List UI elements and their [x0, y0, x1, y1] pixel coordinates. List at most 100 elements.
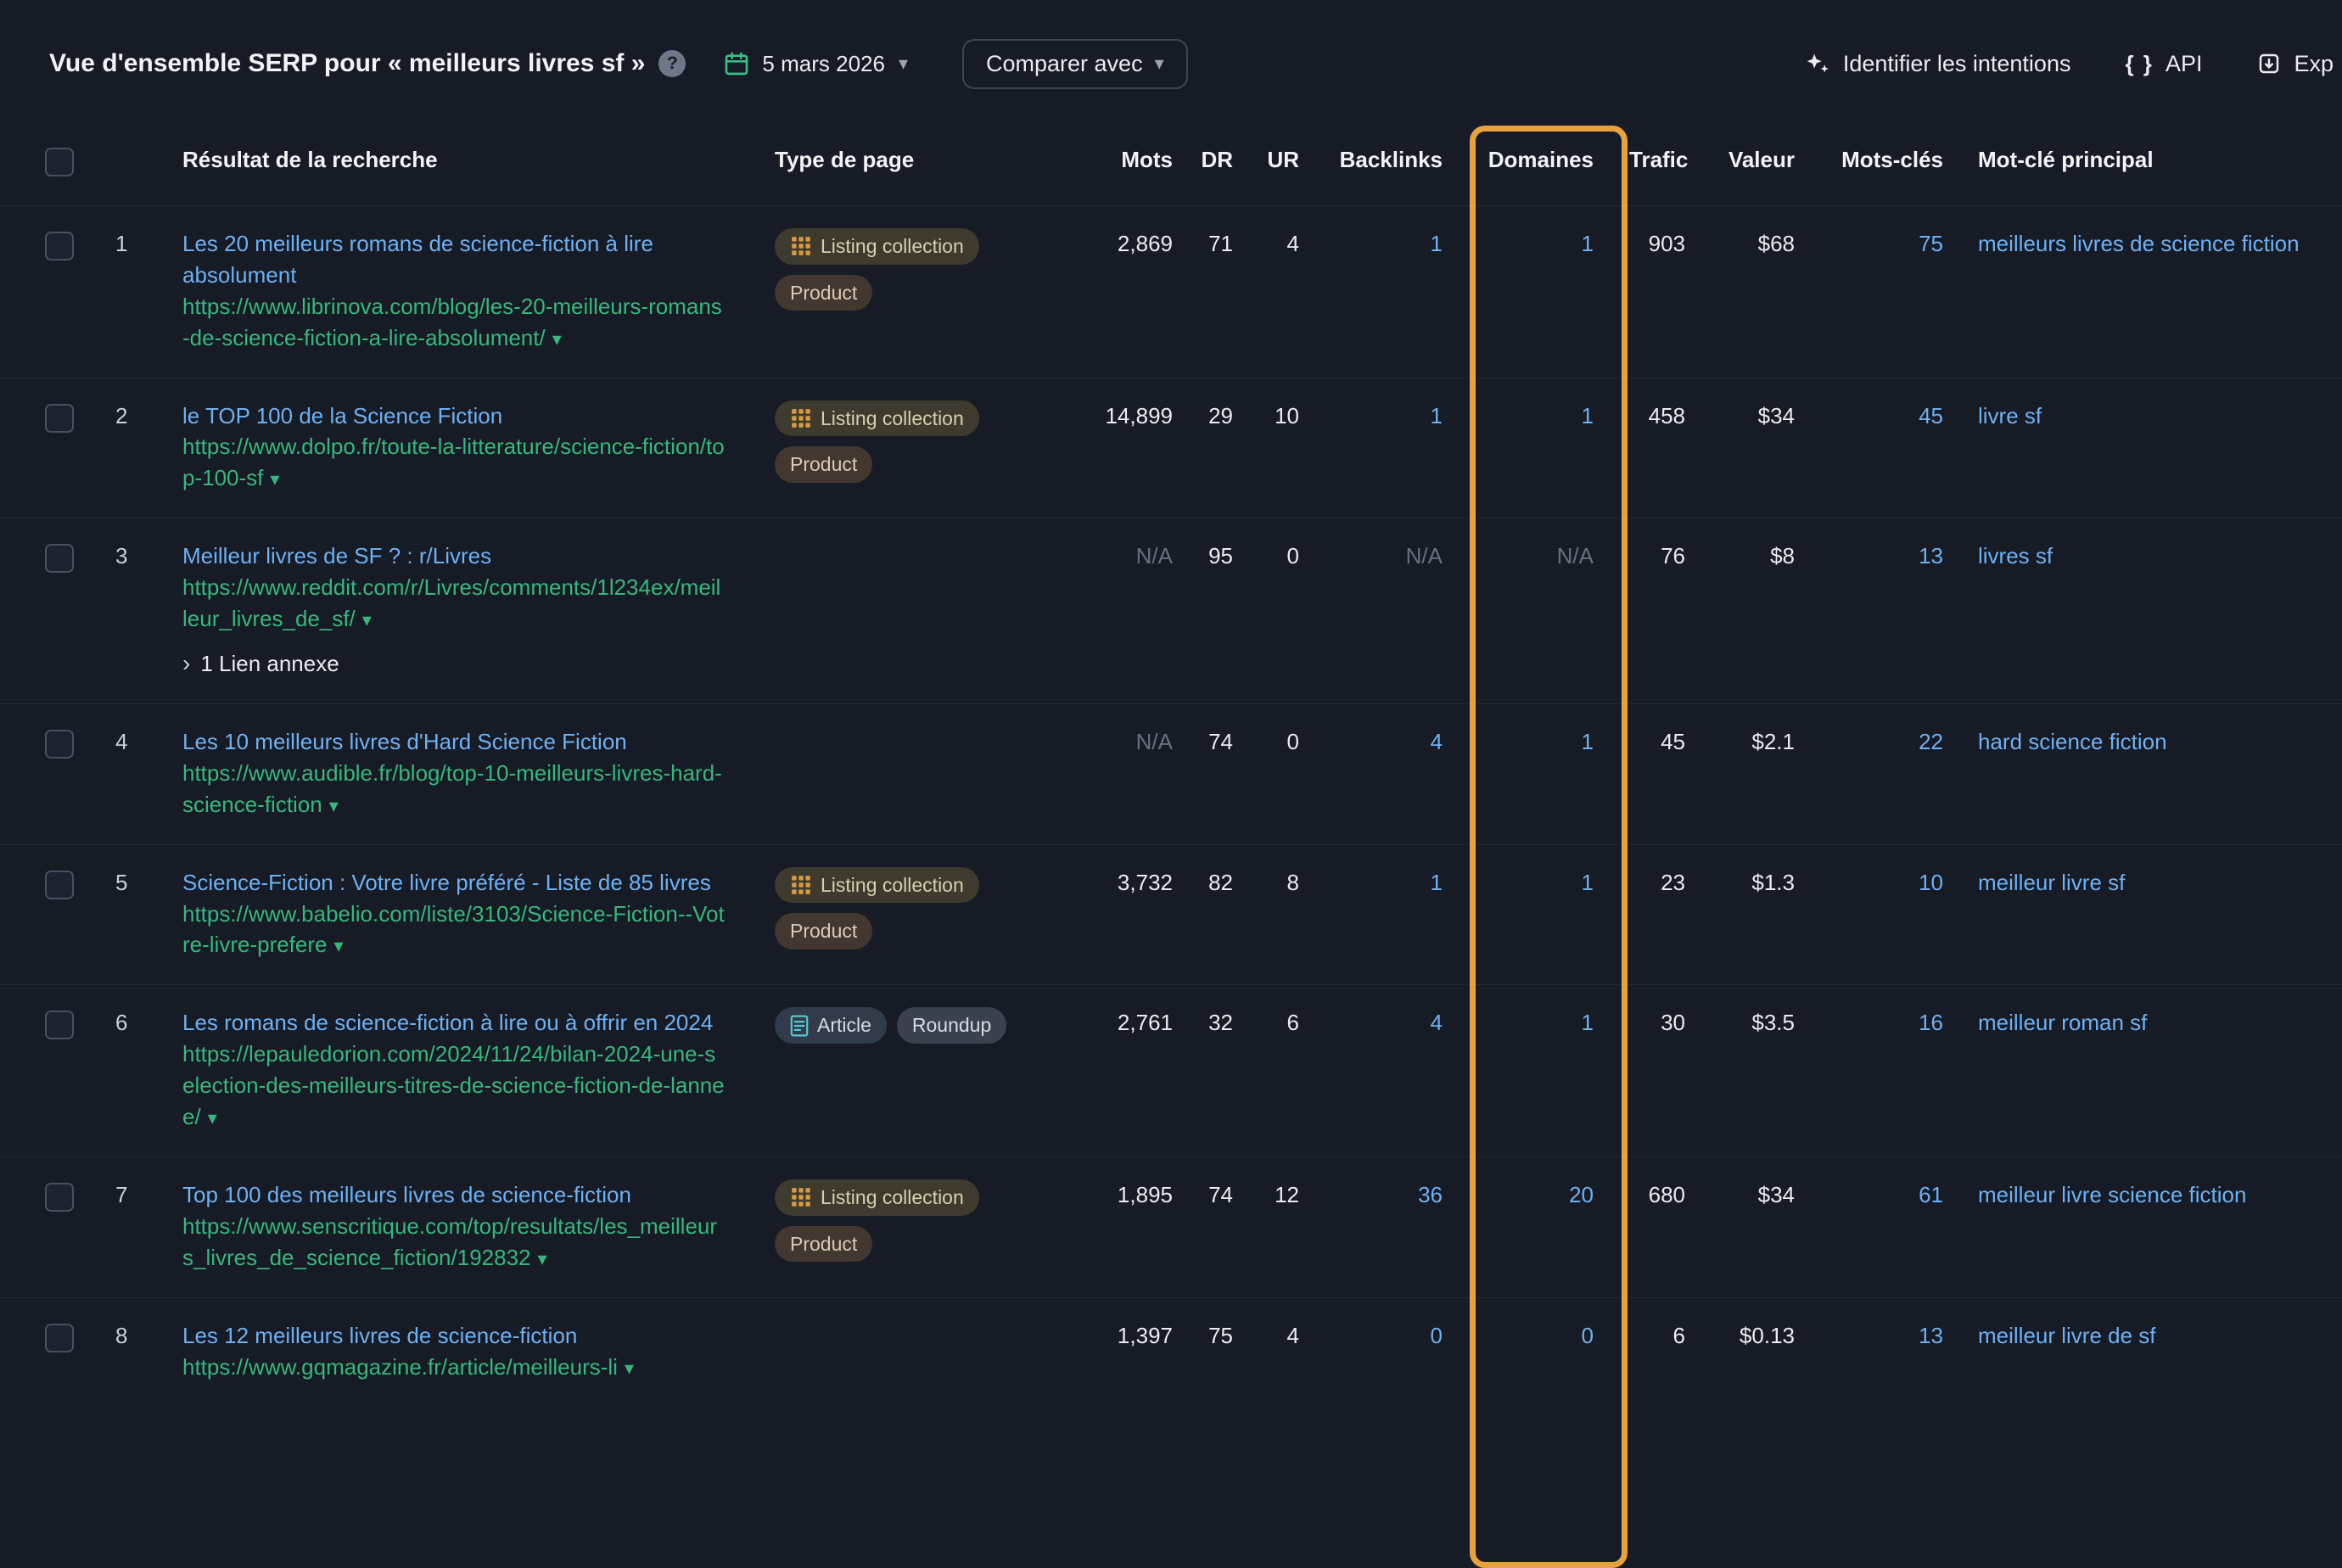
main-keyword-link[interactable]: meilleur livre de sf [1978, 1323, 2156, 1348]
select-all-checkbox[interactable] [45, 148, 74, 176]
annex-links-toggle[interactable]: › 1 Lien annexe [182, 648, 726, 680]
url-dropdown-icon[interactable]: ▾ [329, 795, 339, 816]
result-title-link[interactable]: Les 10 meilleurs livres d'Hard Science F… [182, 729, 627, 754]
help-icon[interactable]: ? [658, 50, 686, 77]
url-dropdown-icon[interactable]: ▾ [208, 1107, 217, 1128]
main-keyword-link[interactable]: meilleurs livres de science fiction [1978, 231, 2300, 256]
row-checkbox[interactable] [45, 544, 74, 573]
result-url-link[interactable]: https://www.reddit.com/r/Livres/comments… [182, 574, 720, 631]
result-title-link[interactable]: le TOP 100 de la Science Fiction [182, 403, 502, 428]
main-keyword-link[interactable]: meilleur livre sf [1978, 870, 2125, 895]
result-title-link[interactable]: Meilleur livres de SF ? : r/Livres [182, 543, 491, 568]
annex-label: 1 Lien annexe [200, 648, 339, 680]
toolbar-right: Identifier les intentions { } API Exp [1802, 48, 2334, 80]
backlinks-value[interactable]: 1 [1431, 870, 1443, 895]
url-dropdown-icon[interactable]: ▾ [625, 1358, 634, 1379]
main-keyword-link[interactable]: hard science fiction [1978, 729, 2167, 754]
api-button[interactable]: { } API [2125, 48, 2202, 80]
export-button[interactable]: Exp [2256, 48, 2334, 80]
identify-intents-button[interactable]: Identifier les intentions [1802, 48, 2071, 80]
row-checkbox[interactable] [45, 871, 74, 899]
export-icon [2256, 51, 2282, 76]
row-checkbox[interactable] [45, 404, 74, 433]
result-url-link[interactable]: https://www.dolpo.fr/toute-la-litteratur… [182, 434, 725, 490]
url-dropdown-icon[interactable]: ▾ [552, 328, 562, 350]
main-keyword-link[interactable]: meilleur livre science fiction [1978, 1182, 2246, 1207]
result-url-link[interactable]: https://www.senscritique.com/top/resulta… [182, 1213, 717, 1270]
domains-value: N/A [1557, 543, 1594, 568]
result-url-link[interactable]: https://www.librinova.com/blog/les-20-me… [182, 294, 722, 350]
backlinks-value[interactable]: 4 [1431, 729, 1443, 754]
backlinks-value[interactable]: 1 [1431, 231, 1443, 256]
domains-value[interactable]: 1 [1582, 403, 1594, 428]
result-title-link[interactable]: Top 100 des meilleurs livres de science-… [182, 1182, 631, 1207]
row-checkbox[interactable] [45, 1183, 74, 1212]
result-url-link[interactable]: https://www.gqmagazine.fr/article/meille… [182, 1354, 618, 1380]
col-header-traffic[interactable]: Trafic [1629, 147, 1688, 172]
url-dropdown-icon[interactable]: ▾ [270, 468, 279, 490]
url-dropdown-icon[interactable]: ▾ [538, 1248, 547, 1269]
result-url-link[interactable]: https://www.babelio.com/liste/3103/Scien… [182, 901, 725, 958]
result-title-link[interactable]: Les 12 meilleurs livres de science-ficti… [182, 1323, 577, 1348]
backlinks-value[interactable]: 4 [1431, 1010, 1443, 1035]
col-header-result[interactable]: Résultat de la recherche [182, 147, 438, 172]
domains-value[interactable]: 1 [1582, 1010, 1594, 1035]
caret-down-icon: ▾ [1155, 53, 1164, 75]
compare-with-button[interactable]: Comparer avec ▾ [962, 39, 1188, 89]
compare-with-label: Comparer avec [986, 51, 1143, 77]
result-title-link[interactable]: Science-Fiction : Votre livre préféré - … [182, 870, 711, 895]
dr-value: 71 [1208, 231, 1233, 256]
main-keyword-link[interactable]: livre sf [1978, 403, 2042, 428]
col-header-backlinks[interactable]: Backlinks [1340, 147, 1443, 172]
domains-value[interactable]: 20 [1569, 1182, 1594, 1207]
date-picker[interactable]: 5 mars 2026 ▾ [723, 48, 908, 80]
row-checkbox[interactable] [45, 1011, 74, 1039]
domains-value[interactable]: 1 [1582, 729, 1594, 754]
col-header-words[interactable]: Mots [1121, 147, 1173, 172]
result-position: 6 [115, 1010, 127, 1035]
words-value: N/A [1136, 543, 1173, 568]
keywords-value[interactable]: 22 [1919, 729, 1943, 754]
domains-value[interactable]: 0 [1582, 1323, 1594, 1348]
result-title-link[interactable]: Les 20 meilleurs romans de science-ficti… [182, 231, 653, 288]
keywords-value[interactable]: 13 [1919, 543, 1943, 568]
result-position: 5 [115, 870, 127, 895]
result-position: 2 [115, 403, 127, 428]
keywords-value[interactable]: 75 [1919, 231, 1943, 256]
col-header-page-type[interactable]: Type de page [775, 147, 914, 172]
col-header-value[interactable]: Valeur [1728, 147, 1795, 172]
backlinks-value[interactable]: 36 [1418, 1182, 1443, 1207]
result-title-link[interactable]: Les romans de science-fiction à lire ou … [182, 1010, 713, 1035]
col-header-ur[interactable]: UR [1267, 147, 1299, 172]
keywords-value[interactable]: 45 [1919, 403, 1943, 428]
row-checkbox[interactable] [45, 730, 74, 759]
table-row: 6 Les romans de science-fiction à lire o… [0, 984, 2342, 1156]
url-dropdown-icon[interactable]: ▾ [334, 935, 344, 956]
url-dropdown-icon[interactable]: ▾ [362, 609, 372, 630]
col-header-main-keyword[interactable]: Mot-clé principal [1978, 147, 2154, 172]
keywords-value[interactable]: 10 [1919, 870, 1943, 895]
main-keyword-link[interactable]: livres sf [1978, 543, 2053, 568]
col-header-dr[interactable]: DR [1201, 147, 1233, 172]
table-body: 1 Les 20 meilleurs romans de science-fic… [0, 205, 2342, 1407]
page-type-badge: Product [775, 275, 872, 311]
result-url-line: https://www.librinova.com/blog/les-20-me… [182, 291, 726, 354]
keywords-value[interactable]: 13 [1919, 1323, 1943, 1348]
backlinks-value[interactable]: 0 [1431, 1323, 1443, 1348]
keywords-value[interactable]: 16 [1919, 1010, 1943, 1035]
result-url-link[interactable]: https://www.audible.fr/blog/top-10-meill… [182, 760, 722, 817]
page-type-badge: Product [775, 446, 872, 483]
main-keyword-link[interactable]: meilleur roman sf [1978, 1010, 2147, 1035]
col-header-keywords[interactable]: Mots-clés [1841, 147, 1943, 172]
domains-value[interactable]: 1 [1582, 231, 1594, 256]
row-checkbox[interactable] [45, 232, 74, 260]
row-checkbox[interactable] [45, 1324, 74, 1352]
col-header-domains[interactable]: Domaines [1488, 147, 1594, 172]
backlinks-value[interactable]: 1 [1431, 403, 1443, 428]
page-type-badge: Listing collection [775, 1179, 979, 1216]
keywords-value[interactable]: 61 [1919, 1182, 1943, 1207]
grid-icon [790, 407, 812, 429]
result-url-link[interactable]: https://lepauledorion.com/2024/11/24/bil… [182, 1041, 725, 1129]
domains-value[interactable]: 1 [1582, 870, 1594, 895]
value-amount: $2.1 [1751, 729, 1795, 754]
